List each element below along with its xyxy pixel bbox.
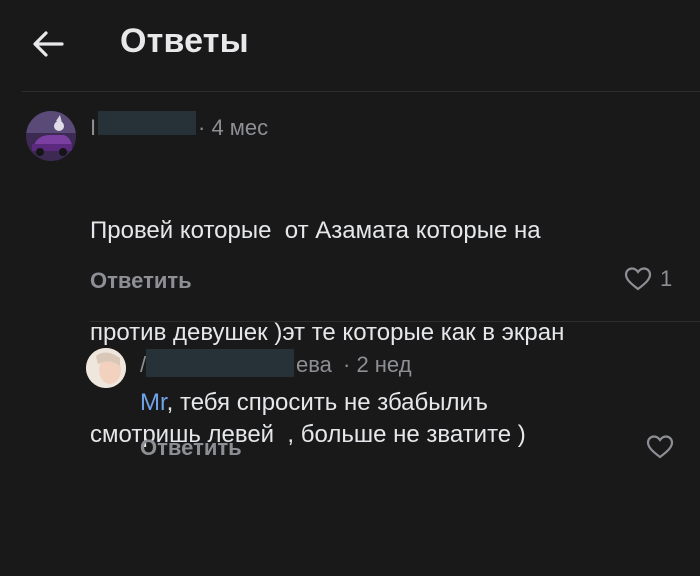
reply-time: · 2 нед — [343, 352, 412, 377]
redaction-bar — [146, 349, 294, 377]
comment-text: Провей которые от Азамата которые на про… — [90, 146, 564, 520]
header-divider — [22, 91, 700, 92]
heart-icon — [624, 267, 652, 291]
heart-icon — [646, 435, 674, 459]
page-title: Ответы — [120, 22, 249, 60]
like-button[interactable]: 1 — [624, 266, 672, 292]
avatar[interactable] — [86, 348, 126, 388]
mention-link[interactable]: Mr — [140, 389, 167, 416]
comment-author[interactable]: I — [90, 115, 96, 141]
redaction-bar — [98, 111, 196, 135]
comment-line: Провей которые от Азамата которые на — [90, 217, 541, 244]
avatar[interactable] — [26, 111, 76, 161]
reply-author-suffix[interactable]: ева — [296, 352, 332, 378]
back-arrow-icon[interactable] — [28, 26, 68, 62]
like-button[interactable] — [646, 434, 674, 460]
comment-divider — [90, 321, 700, 322]
like-count: 1 — [660, 266, 673, 291]
reply-button[interactable]: Ответить — [140, 435, 242, 461]
top-bar: Ответы — [0, 0, 700, 90]
reply-button[interactable]: Ответить — [90, 268, 192, 294]
reply-text: Mr, тебя спросить не збабылиъ — [140, 386, 488, 420]
reply-body: , тебя спросить не збабылиъ — [166, 389, 488, 416]
comment-time: · 4 мес — [198, 115, 269, 140]
